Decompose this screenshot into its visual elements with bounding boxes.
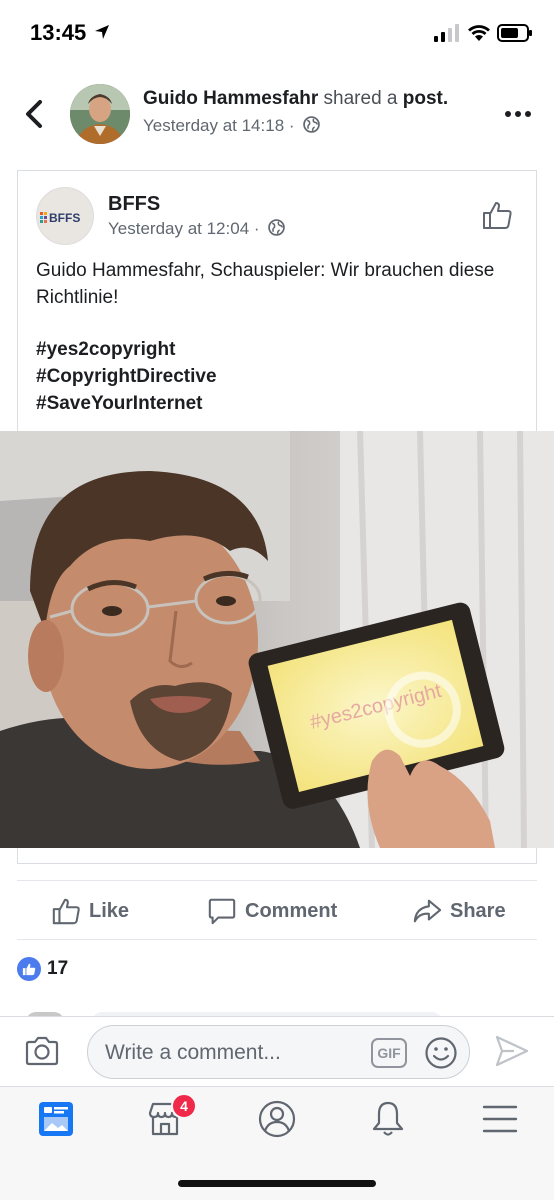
- like-reaction-icon: [17, 957, 41, 981]
- marketplace-notification-badge: 4: [171, 1093, 197, 1119]
- bffs-logo: BFFS: [40, 211, 80, 225]
- comment-button[interactable]: Comment: [207, 893, 337, 929]
- share-button[interactable]: Share: [412, 893, 506, 929]
- post-body: Guido Hammesfahr, Schauspieler: Wir brau…: [36, 257, 526, 417]
- comment-bubble-icon: [208, 898, 236, 925]
- like-page-thumb-icon[interactable]: [481, 199, 513, 231]
- location-arrow-icon: [95, 25, 109, 39]
- status-bar: 13:45: [0, 0, 554, 66]
- post-photo[interactable]: #yes2copyright: [0, 431, 554, 848]
- emoji-icon[interactable]: [424, 1036, 458, 1070]
- page-timestamp-row: Yesterday at 12:04 ·: [108, 219, 286, 239]
- share-arrow-icon: [413, 899, 442, 923]
- hashtag-link[interactable]: #SaveYourInternet: [36, 390, 526, 417]
- signal-icon: [434, 24, 459, 42]
- battery-icon: [497, 24, 532, 42]
- bffs-logo-text: BFFS: [49, 211, 80, 225]
- sharer-avatar[interactable]: [70, 84, 130, 144]
- bell-icon[interactable]: [366, 1099, 410, 1139]
- comment-input[interactable]: Write a comment... GIF: [87, 1025, 470, 1079]
- profile-icon[interactable]: [255, 1099, 299, 1139]
- sharer-timestamp[interactable]: Yesterday at 14:18 ·: [143, 116, 295, 135]
- like-button[interactable]: Like: [51, 893, 129, 929]
- sharer-avatar-image: [70, 84, 130, 144]
- comment-placeholder: Write a comment...: [105, 1041, 281, 1064]
- sharer-headline: Guido Hammesfahr shared a post.: [143, 88, 448, 110]
- page-timestamp[interactable]: Yesterday at 12:04 ·: [108, 219, 260, 238]
- hamburger-menu-icon[interactable]: [478, 1099, 522, 1139]
- sharer-timestamp-row: Yesterday at 14:18 ·: [143, 116, 321, 136]
- globe-icon: [303, 116, 321, 133]
- share-label: Share: [450, 899, 506, 922]
- post-action-bar: Like Comment Share: [17, 880, 537, 940]
- home-indicator[interactable]: [178, 1180, 376, 1187]
- globe-icon: [268, 219, 286, 236]
- post-header: Guido Hammesfahr shared a post. Yesterda…: [0, 80, 554, 150]
- bottom-tab-bar: 4: [0, 1086, 554, 1200]
- comment-label: Comment: [245, 899, 338, 922]
- sharer-name[interactable]: Guido Hammesfahr: [143, 88, 318, 109]
- thumbs-up-icon: [52, 898, 80, 925]
- more-options-icon[interactable]: [502, 102, 534, 126]
- hashtag-link[interactable]: #yes2copyright: [36, 336, 526, 363]
- selfie-photo-image: #yes2copyright: [0, 431, 554, 848]
- news-feed-icon[interactable]: [34, 1099, 78, 1139]
- page-name[interactable]: BFFS: [108, 193, 160, 216]
- send-icon[interactable]: [494, 1034, 530, 1068]
- post-text: Guido Hammesfahr, Schauspieler: Wir brau…: [36, 260, 495, 308]
- comment-composer: Write a comment... GIF: [0, 1016, 554, 1086]
- gif-button[interactable]: GIF: [371, 1038, 407, 1068]
- like-label: Like: [89, 899, 130, 922]
- shared-object-link[interactable]: post.: [403, 88, 448, 109]
- status-time: 13:45: [30, 20, 87, 45]
- reaction-count: 17: [47, 958, 69, 979]
- camera-icon[interactable]: [24, 1035, 60, 1067]
- page-avatar[interactable]: BFFS: [36, 187, 94, 245]
- reactions-summary[interactable]: 17: [17, 956, 68, 982]
- back-chevron-icon[interactable]: [20, 96, 50, 132]
- hashtag-link[interactable]: #CopyrightDirective: [36, 363, 526, 390]
- share-action-text: shared a: [323, 88, 398, 109]
- wifi-icon: [468, 25, 490, 41]
